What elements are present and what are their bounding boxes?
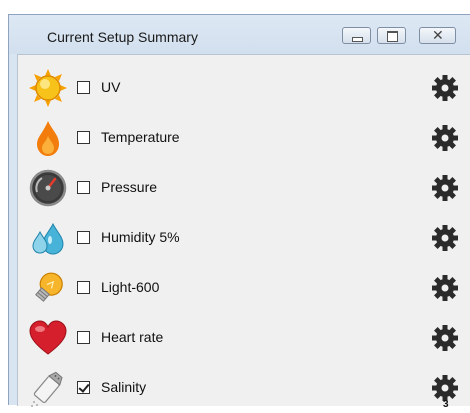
maximize-icon [387,31,398,42]
sun-icon [29,69,67,107]
gauge-icon [29,169,67,207]
humidity-checkbox[interactable] [77,231,90,244]
humidity-label: Humidity 5% [101,229,180,245]
salinity-checkbox[interactable] [77,381,90,394]
salinity-label: Salinity [101,379,147,395]
temperature-label: Temperature [101,129,180,145]
salinity-settings-gear-icon[interactable] [432,375,458,401]
pressure-checkbox[interactable] [77,181,90,194]
setup-summary-window: Current Setup Summary ✕ UV Temperature P… [8,14,470,410]
temperature-checkbox[interactable] [77,131,90,144]
heart-rate-settings-gear-icon[interactable] [432,325,458,351]
water-drops-icon [32,222,64,255]
pressure-label: Pressure [101,179,158,195]
window-title: Current Setup Summary [47,29,198,45]
minimize-button[interactable] [342,27,371,44]
light-checkbox[interactable] [77,281,90,294]
heart-rate-label: Heart rate [101,329,164,345]
sensor-row-pressure: Pressure [18,163,470,213]
temperature-settings-gear-icon[interactable] [432,125,458,151]
salt-shaker-icon [31,371,63,407]
sensor-row-uv: UV [18,63,470,113]
title-bar[interactable]: Current Setup Summary ✕ [9,15,470,54]
sensor-row-salinity: Salinity 3 [18,363,470,413]
humidity-settings-gear-icon[interactable] [432,225,458,251]
heart-icon [29,320,67,355]
sensor-row-humidity: Humidity 5% [18,213,470,263]
sensor-list: UV Temperature Pressure Humidity 5% Ligh… [17,54,470,410]
maximize-button[interactable] [377,27,406,44]
flame-icon [37,121,59,156]
sensor-row-temperature: Temperature [18,113,470,163]
heart-rate-checkbox[interactable] [77,331,90,344]
lightbulb-icon [35,272,63,302]
sensor-row-light: Light-600 [18,263,470,313]
sensor-row-heart-rate: Heart rate [18,313,470,363]
uv-label: UV [101,79,121,95]
minimize-icon [352,37,363,42]
light-label: Light-600 [101,279,160,295]
close-button[interactable]: ✕ [419,27,456,44]
close-icon: ✕ [432,27,444,43]
light-settings-gear-icon[interactable] [432,275,458,301]
uv-checkbox[interactable] [77,81,90,94]
uv-settings-gear-icon[interactable] [432,75,458,101]
pressure-settings-gear-icon[interactable] [432,175,458,201]
